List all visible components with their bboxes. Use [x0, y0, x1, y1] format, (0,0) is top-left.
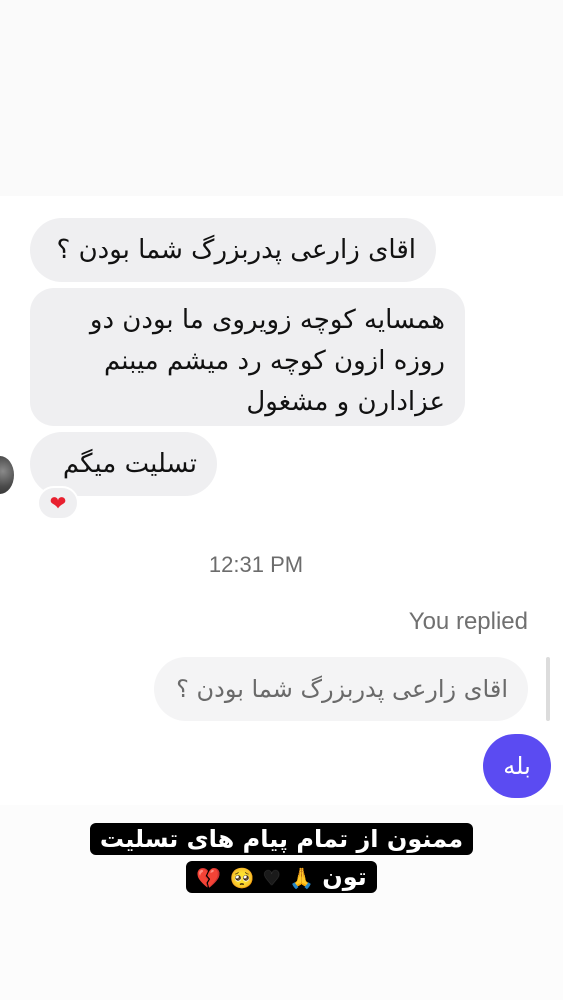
- you-replied-label: You replied: [408, 608, 528, 635]
- reply-indicator-bar: [546, 657, 550, 721]
- pleading-face-icon: 🥺: [229, 866, 255, 890]
- message-timestamp: 12:31 PM: [208, 552, 304, 577]
- incoming-message-2-line-3: عزادارن و مشغول: [246, 387, 445, 417]
- story-caption-line-1: ممنون از تمام پیام های تسلیت: [89, 823, 474, 855]
- quoted-message-text: اقای زارعی پدربزرگ شما بودن ؟: [176, 675, 508, 703]
- incoming-message-1: اقای زارعی پدربزرگ شما بودن ؟: [30, 218, 436, 282]
- quoted-message[interactable]: اقای زارعی پدربزرگ شما بودن ؟: [154, 657, 528, 721]
- sender-avatar[interactable]: [0, 456, 14, 494]
- praying-hands-icon: 🙏: [289, 866, 314, 890]
- story-caption-line-2: تون 🙏 ♥ 🥺 💔: [186, 861, 377, 893]
- story-top-background: [0, 0, 563, 196]
- heart-icon: ❤: [49, 491, 67, 515]
- broken-heart-icon: 💔: [196, 866, 222, 890]
- incoming-message-2-line-2: روزه ازون کوچه رد میشم میبنم: [103, 346, 445, 376]
- heart-reaction[interactable]: ❤: [37, 486, 79, 520]
- black-heart-icon: ♥: [262, 866, 281, 890]
- story-caption-line-2-text: تون: [322, 863, 367, 891]
- incoming-message-1-text: اقای زارعی پدربزرگ شما بودن ؟: [56, 235, 417, 265]
- story-caption: ممنون از تمام پیام های تسلیت تون 🙏 ♥ 🥺 💔: [0, 820, 563, 897]
- sent-message-text: بله: [503, 752, 531, 780]
- incoming-message-2: همسایه کوچه زویروی ما بودن دو روزه ازون …: [30, 288, 465, 426]
- incoming-message-3-text: تسلیت میگم: [62, 449, 197, 479]
- sent-message: بله: [483, 734, 551, 798]
- incoming-message-2-line-1: همسایه کوچه زویروی ما بودن دو: [89, 305, 445, 335]
